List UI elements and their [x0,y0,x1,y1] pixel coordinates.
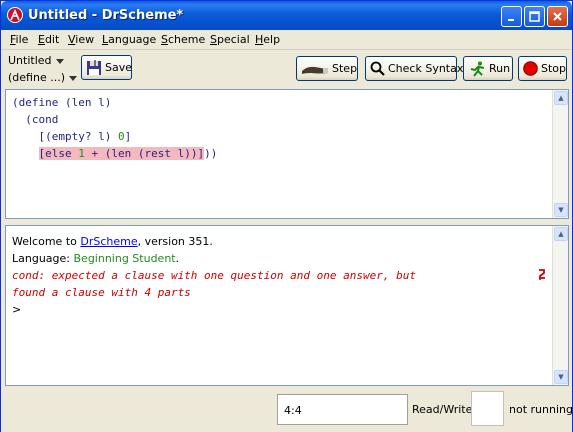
read-write-mode: Read/Write [412,403,473,416]
minimize-button[interactable] [501,6,522,27]
interactions-text: Welcome to DrScheme, version 351. Langua… [12,235,416,316]
scroll-up-icon[interactable]: ▲ [554,227,568,241]
menu-special[interactable]: Special [210,33,250,46]
check-syntax-button[interactable]: Check Syntax [365,56,463,81]
code-line-1: (define (len l) [12,96,112,109]
menu-bar: File Edit View Language Scheme Special H… [1,30,572,50]
define-dropdown-label: (define ...) [8,71,65,84]
code-line-3: [(empty? l) 0] [38,130,132,143]
menu-language[interactable]: Language [102,33,156,46]
error-message-line-2: found a clause with 4 parts [12,286,191,299]
floppy-disk-icon [86,59,102,76]
definitions-editor[interactable]: (define (len l) (cond [(empty? l) 0] [el… [5,89,569,219]
file-dropdown-label: Untitled [8,54,52,67]
gc-indicator [471,391,504,426]
stop-sign-icon [523,61,538,76]
menu-help[interactable]: Help [255,33,280,46]
code-line-4-tail: )) [204,147,218,160]
save-button[interactable]: Save [81,55,132,80]
maximize-button[interactable] [524,6,545,27]
maximize-icon [529,11,540,22]
drscheme-window: Untitled - DrScheme* File Edit View Lang… [0,0,573,432]
menu-view[interactable]: View [68,33,94,46]
file-dropdown[interactable]: Untitled [8,54,64,67]
interactions-pane[interactable]: Welcome to DrScheme, version 351. Langua… [5,225,569,386]
language-name: Beginning Student [73,252,176,265]
cursor-position: 4:4 [277,394,408,425]
step-label: Step [332,62,358,75]
error-highlight: [else 1 + (len (rest l))] [38,147,205,160]
define-dropdown[interactable]: (define ...) [8,71,77,84]
status-bar: 4:4 Read/Write not running [1,388,573,432]
error-message-line-1: cond: expected a clause with one questio… [12,269,416,282]
close-button[interactable] [547,6,568,27]
interactions-scrollbar[interactable]: ▲ ▼ [552,226,568,385]
title-bar[interactable]: Untitled - DrScheme* [1,1,572,30]
code-line-2: (cond [25,113,59,126]
minimize-icon [507,18,514,21]
toolbar: Untitled (define ...) Save Step Check Sy… [1,51,572,89]
run-button[interactable]: Run [463,56,513,81]
close-icon [553,12,562,21]
scroll-down-icon[interactable]: ▼ [554,370,568,384]
step-button[interactable]: Step [296,56,358,81]
chevron-down-icon [69,75,77,81]
stop-button[interactable]: Stop [518,56,567,81]
drscheme-logo-icon [7,7,23,23]
footprints-icon [301,62,329,76]
run-label: Run [489,62,511,75]
code-text: (define (len l) (cond [(empty? l) 0] [el… [12,94,217,162]
save-label: Save [105,61,133,74]
runner-icon [468,61,486,77]
repl-prompt[interactable]: > [12,303,21,316]
menu-scheme[interactable]: Scheme [161,33,205,46]
scroll-down-icon[interactable]: ▼ [554,203,568,217]
running-status: not running [509,403,573,416]
chevron-down-icon [55,58,64,64]
stop-label: Stop [541,62,567,75]
editor-scrollbar[interactable]: ▲ ▼ [552,90,568,218]
magnifier-icon [370,61,385,76]
menu-edit[interactable]: Edit [38,33,59,46]
check-syntax-label: Check Syntax [388,62,464,75]
scroll-up-icon[interactable]: ▲ [554,91,568,105]
menu-file[interactable]: File [10,33,28,46]
drscheme-link[interactable]: DrScheme [80,235,137,248]
bug-icon[interactable] [537,268,547,283]
window-title: Untitled - DrScheme* [28,8,184,23]
